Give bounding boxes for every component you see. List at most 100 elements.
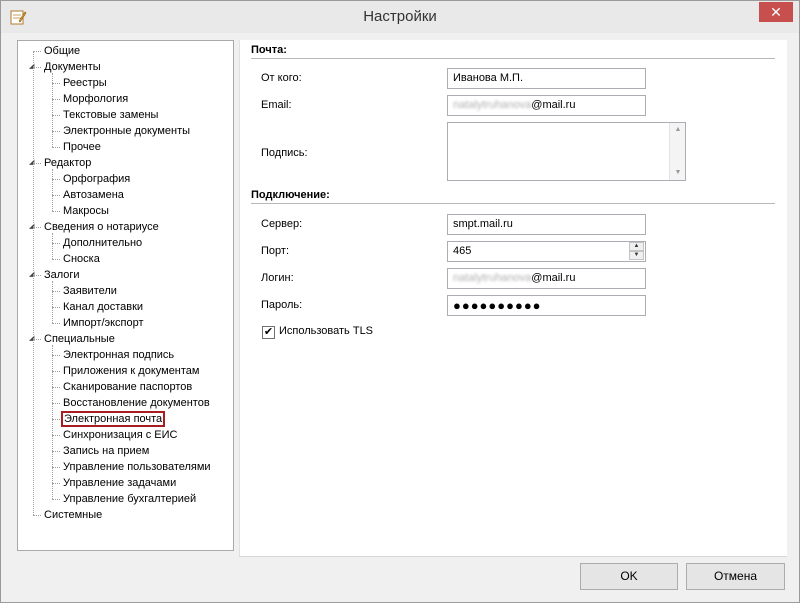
port-value: 465 [453, 245, 472, 257]
tree-item[interactable]: Текстовые замены [61, 107, 160, 123]
tree-item-label: Специальные [44, 333, 115, 345]
scroll-down-icon[interactable]: ▼ [670, 166, 686, 180]
tls-label[interactable]: Использовать TLS [279, 325, 373, 337]
tree-group[interactable]: Сведения о нотариусе [42, 219, 161, 235]
password-mask: ●●●●●●●●●● [453, 298, 542, 313]
tree-branch [52, 73, 53, 147]
tree-connector [33, 275, 41, 276]
tree-group[interactable]: Системные [42, 507, 104, 523]
tree-item[interactable]: Управление пользователями [61, 459, 213, 475]
tree-trunk [33, 51, 34, 515]
tree-item-label: Синхронизация с ЕИС [63, 429, 178, 441]
port-stepper[interactable]: 465 ▲ ▼ [447, 241, 646, 262]
tree-item[interactable]: Морфология [61, 91, 130, 107]
password-field[interactable]: ●●●●●●●●●● [447, 295, 646, 316]
tree-connector [52, 371, 60, 372]
tree-group[interactable]: Специальные [42, 331, 117, 347]
tree-branch [52, 169, 53, 211]
settings-tree: Общие Документы ◢ Реестры Морфология Текстовы… [17, 40, 234, 551]
tree-item[interactable]: Прочее [61, 139, 103, 155]
port-spin-buttons[interactable]: ▲ ▼ [629, 242, 645, 261]
tree-item[interactable]: Автозамена [61, 187, 126, 203]
tree-connector [52, 467, 60, 468]
server-label: Сервер: [261, 218, 303, 230]
tree-branch [52, 281, 53, 323]
login-field[interactable]: natalytruhanova@mail.ru [447, 268, 646, 289]
tree-branch [52, 233, 53, 259]
tree-connector [52, 387, 60, 388]
tree-item-label: Дополнительно [63, 237, 143, 249]
tree-item[interactable]: Приложения к документам [61, 363, 201, 379]
tree-connector [52, 179, 60, 180]
tree-connector [52, 451, 60, 452]
tree-item-label: Автозамена [63, 189, 124, 201]
tree-item[interactable]: Управление задачами [61, 475, 178, 491]
tree-item[interactable]: Управление бухгалтерией [61, 491, 198, 507]
tree-group[interactable]: Редактор [42, 155, 93, 171]
tree-item[interactable]: Канал доставки [61, 299, 145, 315]
tree-item[interactable]: Макросы [61, 203, 111, 219]
tree-item-label: Общие [44, 45, 81, 57]
tree-item[interactable]: Импорт/экспорт [61, 315, 146, 331]
tree-item[interactable]: Электронная почта [61, 411, 166, 427]
tree-connector [33, 163, 41, 164]
title-bar: Настройки ✕ [1, 1, 799, 33]
tree-item[interactable]: Дополнительно [61, 235, 144, 251]
cancel-button[interactable]: Отмена [686, 563, 785, 590]
tree-connector [52, 115, 60, 116]
email-domain: @mail.ru [531, 99, 576, 111]
tree-item[interactable]: Орфография [61, 171, 132, 187]
from-field[interactable]: Иванова М.П. [447, 68, 646, 89]
spin-down-icon[interactable]: ▼ [629, 251, 644, 260]
settings-window: Настройки ✕ Общие Документы ◢ Реестры Морфол… [0, 0, 800, 603]
spin-up-icon[interactable]: ▲ [629, 242, 644, 251]
tree-item[interactable]: Восстановление документов [61, 395, 212, 411]
scroll-up-icon[interactable]: ▲ [670, 123, 686, 137]
check-icon: ✔ [263, 326, 274, 338]
close-button[interactable]: ✕ [759, 2, 793, 22]
tree-item[interactable]: Заявители [61, 283, 119, 299]
tree-item-label: Макросы [63, 205, 109, 217]
server-value: smpt.mail.ru [453, 218, 513, 230]
tree-item-label: Текстовые замены [63, 109, 159, 121]
close-icon: ✕ [770, 4, 782, 20]
tree-connector [52, 99, 60, 100]
signature-scrollbar[interactable]: ▲ ▼ [669, 123, 685, 180]
login-blurred-user: natalytruhanova [453, 272, 532, 284]
tree-group[interactable]: Общие [42, 43, 82, 59]
login-label: Логин: [261, 272, 294, 284]
tls-checkbox[interactable]: ✔ [262, 326, 275, 339]
tree-connector [33, 51, 41, 52]
tree-item[interactable]: Сканирование паспортов [61, 379, 194, 395]
tree-branch [52, 345, 53, 499]
tree-connector [33, 67, 41, 68]
tree-connector [52, 259, 60, 260]
mail-section-title: Почта: [251, 44, 287, 56]
tree-item-label: Орфография [63, 173, 131, 185]
server-field[interactable]: smpt.mail.ru [447, 214, 646, 235]
footer-divider [239, 556, 787, 557]
tree-item-label: Сведения о нотариусе [44, 221, 159, 233]
tree-item[interactable]: Синхронизация с ЕИС [61, 427, 179, 443]
tree-group[interactable]: Залоги [42, 267, 82, 283]
tree-item-label: Управление задачами [63, 477, 177, 489]
signature-label: Подпись: [261, 147, 308, 159]
tree-connector [52, 243, 60, 244]
tree-connector [52, 307, 60, 308]
tree-item-label: Управление пользователями [63, 461, 211, 473]
email-field[interactable]: natalytruhanova@mail.ru [447, 95, 646, 116]
signature-textarea[interactable]: ▲ ▼ [447, 122, 686, 181]
tree-connector [52, 499, 60, 500]
tree-item[interactable]: Реестры [61, 75, 109, 91]
tree-item-label: Приложения к документам [63, 365, 200, 377]
tree-item-label: Управление бухгалтерией [63, 493, 197, 505]
tree-item[interactable]: Электронные документы [61, 123, 192, 139]
ok-button[interactable]: OK [580, 563, 678, 590]
mail-section-divider [251, 58, 775, 59]
tree-item[interactable]: Запись на прием [61, 443, 151, 459]
tree-item[interactable]: Электронная подпись [61, 347, 176, 363]
tree-item-label: Электронная подпись [63, 349, 175, 361]
tree-item-label: Сноска [63, 253, 100, 265]
tree-item[interactable]: Сноска [61, 251, 102, 267]
tree-item-label: Заявители [63, 285, 117, 297]
